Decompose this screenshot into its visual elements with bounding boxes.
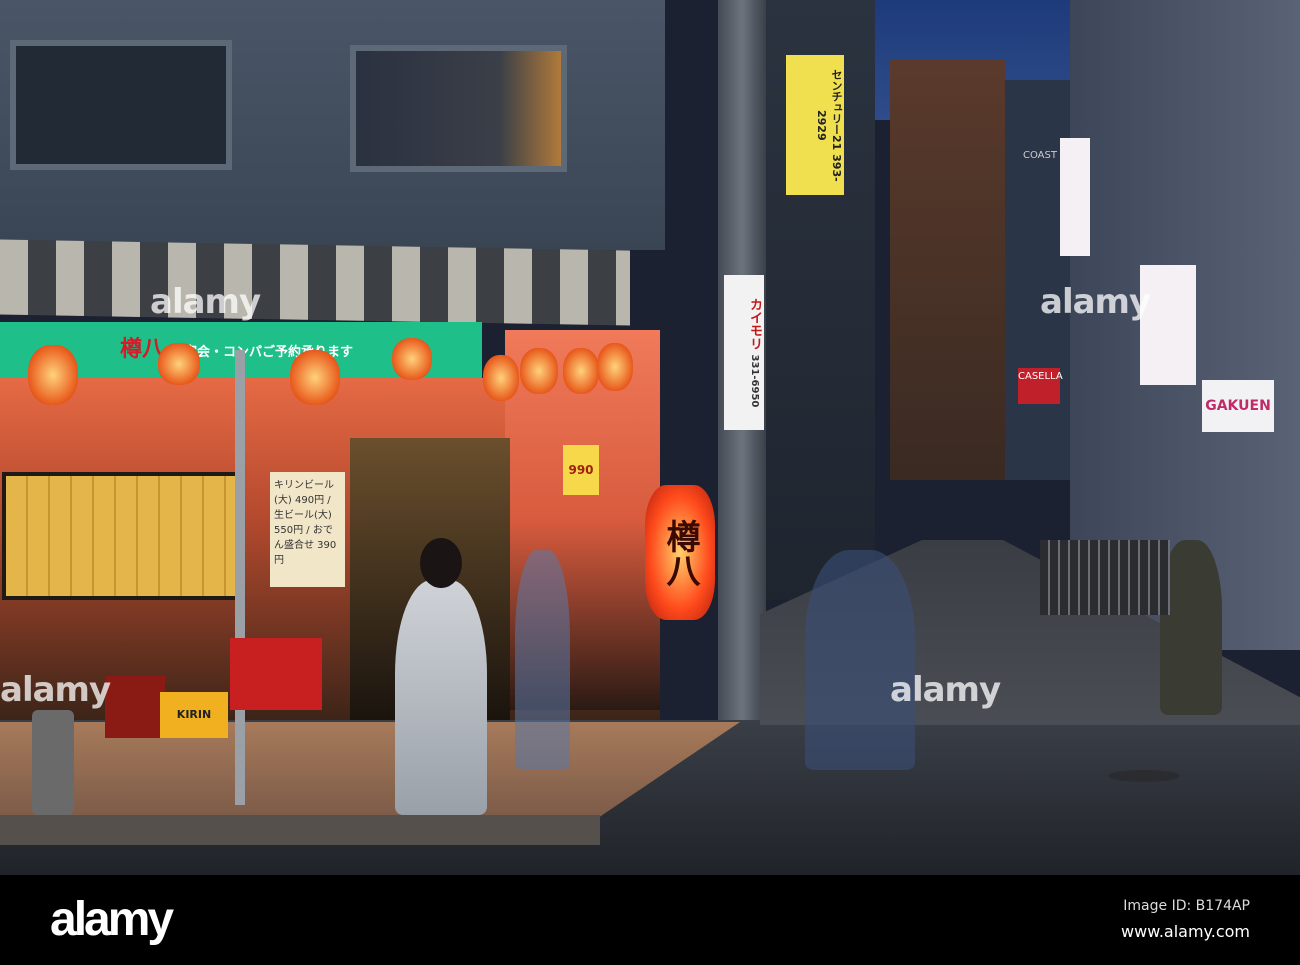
shop-window xyxy=(2,472,245,600)
sign-post xyxy=(235,350,245,805)
curb xyxy=(0,815,600,845)
casella-sign: CASELLA xyxy=(1018,368,1063,404)
image-id: Image ID: B174AP xyxy=(1123,898,1250,914)
lantern xyxy=(290,350,340,405)
pole-sign-phone: 331-6950 xyxy=(749,354,760,408)
bollard xyxy=(32,710,74,815)
pole-sign-text: カイモリ xyxy=(747,297,762,350)
blurred-person xyxy=(515,550,570,770)
watermark-footer xyxy=(0,875,1300,965)
big-lantern: 樽八 xyxy=(645,485,715,620)
alamy-logo: alamy xyxy=(50,893,174,946)
window xyxy=(10,40,232,170)
lantern xyxy=(158,343,200,385)
lantern xyxy=(520,348,558,394)
watermark: alamy xyxy=(0,670,111,710)
site-url: www.alamy.com xyxy=(1121,922,1250,941)
real-estate-sign: センチュリー21 393-2929 xyxy=(786,55,844,195)
coast-sign: COAST xyxy=(1023,150,1057,161)
vertical-sign xyxy=(1060,138,1090,256)
watermark: alamy xyxy=(150,282,261,322)
lantern xyxy=(563,348,599,394)
kirin-crate: KIRIN xyxy=(160,692,228,738)
person-head xyxy=(420,538,462,588)
pole-sign: カイモリ 331-6950 xyxy=(724,275,764,430)
brick-tower xyxy=(890,60,1005,480)
beer-crate xyxy=(105,676,165,738)
gakuen-sign: GAKUEN xyxy=(1202,380,1274,432)
woman-standing xyxy=(395,580,487,815)
menu-board: キリンビール(大) 490円 / 生ビール(大) 550円 / おでん盛合せ 3… xyxy=(270,472,345,587)
lantern xyxy=(28,345,78,405)
lantern xyxy=(483,355,519,401)
lantern xyxy=(597,343,633,391)
manhole xyxy=(1108,770,1180,782)
street-photo: 樽八 宴会・コンパご予約承ります キリンビール(大) 490円 / 生ビール(大)… xyxy=(0,0,1300,875)
parked-bicycles xyxy=(1040,540,1170,615)
watermark: alamy xyxy=(890,670,1001,710)
price-tag: 990 xyxy=(563,445,599,495)
striped-awning xyxy=(0,239,630,326)
blurred-person xyxy=(805,550,915,770)
lantern xyxy=(392,338,432,380)
window xyxy=(350,45,567,172)
red-table xyxy=(230,638,322,710)
watermark: alamy xyxy=(1040,282,1151,322)
real-estate-text: センチュリー21 xyxy=(830,68,843,150)
